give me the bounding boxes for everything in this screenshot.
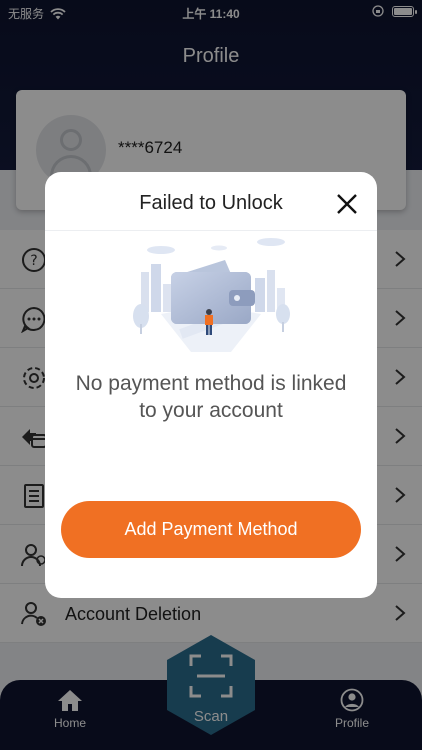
unlock-failed-dialog: Failed to Unlock No payment method is li…: [45, 172, 377, 598]
dialog-message: No payment method is linked to your acco…: [75, 372, 347, 422]
wallet-illustration: [121, 234, 301, 354]
dialog-divider: [45, 230, 377, 231]
close-icon[interactable]: [335, 192, 359, 216]
add-payment-method-button[interactable]: Add Payment Method: [61, 501, 361, 558]
dialog-title: Failed to Unlock: [139, 192, 283, 214]
